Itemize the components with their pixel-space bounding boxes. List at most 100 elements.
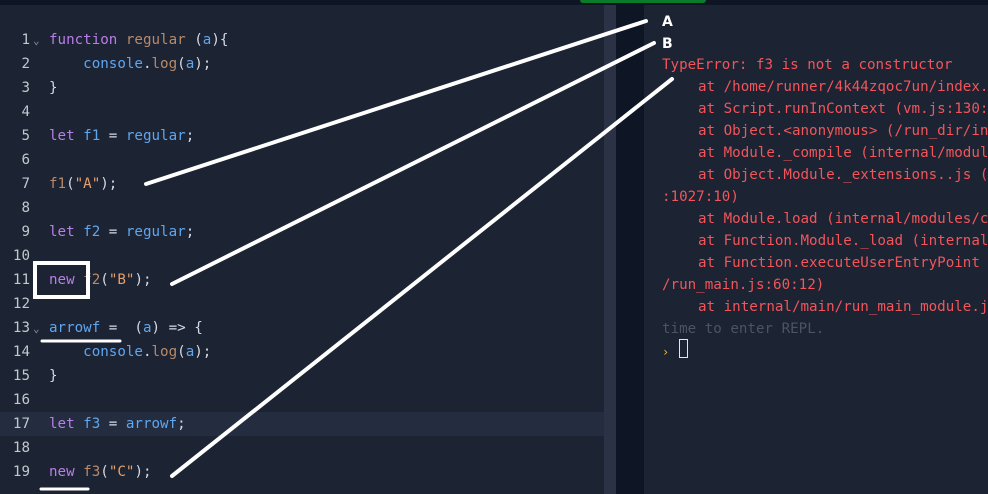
code-token: "A" xyxy=(74,176,101,192)
code-line[interactable]: 1 ⌄ function regular (a){ xyxy=(0,28,604,52)
code-token: regular xyxy=(125,224,186,240)
stack-trace-line: :1027:10) xyxy=(662,189,739,205)
code-line[interactable]: 17 let f3 = arrowf; xyxy=(0,412,604,436)
line-number: 15 xyxy=(12,368,30,384)
fold-chevron-icon[interactable]: ⌄ xyxy=(33,317,40,341)
code-line[interactable]: 4 xyxy=(0,100,604,124)
line-number: 2 xyxy=(21,56,30,72)
code-token: new xyxy=(49,464,75,480)
code-token: = xyxy=(100,128,126,144)
code-token: let xyxy=(49,128,75,144)
code-token: f1 xyxy=(49,176,67,192)
run-button-edge[interactable] xyxy=(580,0,706,3)
line-number: 10 xyxy=(12,248,30,264)
line-number: 3 xyxy=(21,80,30,96)
code-token: . xyxy=(142,56,152,72)
code-token: regular xyxy=(125,32,186,48)
stack-trace-line: /run_main.js:60:12) xyxy=(662,277,825,293)
error-message: TypeError: f3 is not a constructor xyxy=(662,57,953,73)
code-line[interactable]: 6 xyxy=(0,148,604,172)
code-text: f1("A"); xyxy=(49,172,117,196)
stack-trace-line: at /home/runner/4k44zqoc7un/index.js:19:… xyxy=(698,79,988,95)
line-number: 9 xyxy=(21,224,30,240)
code-token: f2 xyxy=(83,224,101,240)
stack-trace-line: at Function.Module._load (internal/modul… xyxy=(698,233,988,249)
code-line[interactable]: 9 let f2 = regular; xyxy=(0,220,604,244)
code-token: f1 xyxy=(83,128,101,144)
code-token: ( xyxy=(177,56,186,72)
line-number: 11 xyxy=(12,272,30,288)
code-text: console.log(a); xyxy=(49,340,211,364)
console-notice: time to enter REPL. xyxy=(662,321,825,337)
line-number: 13 xyxy=(12,320,30,336)
code-line[interactable]: 14 console.log(a); xyxy=(0,340,604,364)
pane-divider[interactable] xyxy=(616,5,644,494)
code-token: ; xyxy=(185,128,195,144)
code-token: regular xyxy=(125,128,186,144)
code-token: a xyxy=(185,56,195,72)
code-token: let xyxy=(49,416,75,432)
code-line[interactable]: 10 xyxy=(0,244,604,268)
code-token: = xyxy=(100,224,126,240)
code-token: console xyxy=(83,344,143,360)
code-text: } xyxy=(49,76,58,100)
console-pane[interactable]: › TypeError: f3 is not a constructor at /… xyxy=(644,5,988,494)
stack-trace-line: at Object.<anonymous> (/run_dir/interp.j… xyxy=(698,123,988,139)
code-line[interactable]: 16 xyxy=(0,388,604,412)
line-number: 12 xyxy=(12,296,30,312)
code-token: let xyxy=(49,224,75,240)
code-text: let f2 = regular; xyxy=(49,220,194,244)
code-token: = xyxy=(100,416,126,432)
annotation-label-b: B xyxy=(662,36,673,52)
code-token: ); xyxy=(134,464,152,480)
code-line[interactable]: 7 f1("A"); xyxy=(0,172,604,196)
stack-trace-line: at Script.runInContext (vm.js:130:18) xyxy=(698,101,988,117)
code-token: "C" xyxy=(108,464,135,480)
code-token: log xyxy=(151,344,178,360)
code-token: a xyxy=(142,320,152,336)
code-text: new f3("C"); xyxy=(49,460,152,484)
line-number: 5 xyxy=(21,128,30,144)
console-cursor[interactable] xyxy=(679,339,688,358)
code-token: f3 xyxy=(83,464,101,480)
code-line[interactable]: 19 new f3("C"); xyxy=(0,460,604,484)
code-text: function regular (a){ xyxy=(49,28,228,52)
line-number: 19 xyxy=(12,464,30,480)
line-number: 8 xyxy=(21,200,30,216)
code-line[interactable]: 18 xyxy=(0,436,604,460)
code-token: ); xyxy=(134,272,152,288)
code-token: log xyxy=(151,56,178,72)
code-token: ) => { xyxy=(151,320,203,336)
code-text: } xyxy=(49,364,58,388)
fold-chevron-icon[interactable]: ⌄ xyxy=(33,29,40,53)
code-token: "B" xyxy=(108,272,135,288)
code-line[interactable]: 5 let f1 = regular; xyxy=(0,124,604,148)
line-number: 4 xyxy=(21,104,30,120)
code-token: new xyxy=(49,272,75,288)
code-token: arrowf xyxy=(125,416,178,432)
line-number: 17 xyxy=(12,416,30,432)
code-text: console.log(a); xyxy=(49,52,211,76)
code-editor[interactable]: 1 ⌄ function regular (a){2 console.log(a);… xyxy=(0,5,604,494)
line-number: 16 xyxy=(12,392,30,408)
code-token: ); xyxy=(194,56,212,72)
code-line[interactable]: 15} xyxy=(0,364,604,388)
code-line[interactable]: 13 ⌄ arrowf = (a) => { xyxy=(0,316,604,340)
annotation-label-a: A xyxy=(662,14,673,30)
editor-scrollbar[interactable] xyxy=(604,5,616,494)
code-line[interactable]: 11 new f2("B"); xyxy=(0,268,604,292)
code-token: ){ xyxy=(211,32,229,48)
code-line[interactable]: 8 xyxy=(0,196,604,220)
code-line[interactable]: 2 console.log(a); xyxy=(0,52,604,76)
code-line[interactable]: 3} xyxy=(0,76,604,100)
code-line[interactable]: 12 xyxy=(0,292,604,316)
code-token: f2 xyxy=(83,272,101,288)
code-token: console xyxy=(83,56,143,72)
